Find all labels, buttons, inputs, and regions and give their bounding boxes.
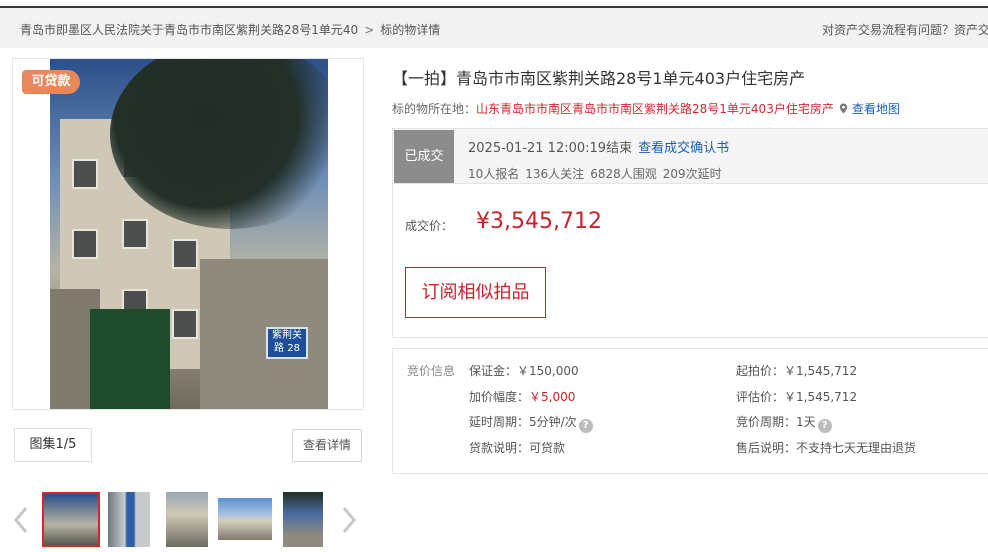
thumbnail-5[interactable]	[283, 492, 323, 547]
thumbnail-4[interactable]	[218, 498, 272, 540]
delay-cycle: 延时周期：5分钟/次?	[469, 413, 593, 433]
breadcrumb-separator: >	[364, 23, 375, 37]
increment: 加价幅度：￥5,000	[469, 388, 575, 405]
view-map-link[interactable]: 查看地图	[852, 102, 900, 116]
help-link[interactable]: 对资产交易流程有问题？资产交	[822, 21, 988, 38]
view-detail-button[interactable]: 查看详情	[292, 429, 362, 462]
deal-price: ¥3,545,712	[476, 209, 602, 234]
breadcrumb-court-link[interactable]: 青岛市即墨区人民法院关于青岛市市南区紫荆关路28号1单元40	[20, 23, 358, 37]
viewers-count: 6828人围观	[590, 167, 657, 181]
breadcrumb-bar: 青岛市即墨区人民法院关于青岛市市南区紫荆关路28号1单元40 > 标的物详情 对资产…	[0, 8, 988, 48]
chevron-right-icon[interactable]	[338, 500, 360, 540]
photo-gate	[90, 309, 170, 409]
loan-badge: 可贷款	[22, 70, 80, 94]
location-address: 山东青岛市市南区青岛市市南区紫荆关路28号1单元403户住宅房产	[476, 102, 834, 116]
bidding-info-panel: 竞价信息 保证金：￥150,000 加价幅度：￥5,000 延时周期：5分钟/次…	[392, 348, 988, 474]
followers-count: 136人关注	[525, 167, 585, 181]
status-badge: 已成交	[394, 130, 454, 183]
chevron-left-icon[interactable]	[10, 500, 32, 540]
delay-cycle-text: 延时周期：5分钟/次	[469, 415, 577, 429]
help-icon[interactable]: ?	[817, 419, 832, 433]
bidding-info-label: 竞价信息	[407, 364, 456, 378]
start-price: 起拍价：￥1,545,712	[736, 364, 858, 378]
increment-value: ￥5,000	[529, 390, 576, 404]
subscribe-similar-button[interactable]: 订阅相似拍品	[405, 267, 546, 318]
increment-label: 加价幅度：	[469, 390, 530, 404]
breadcrumb: 青岛市即墨区人民法院关于青岛市市南区紫荆关路28号1单元40 > 标的物详情	[20, 21, 440, 38]
help-icon[interactable]: ?	[578, 419, 593, 433]
location-label: 标的物所在地：	[392, 102, 477, 116]
photo-wall	[200, 259, 328, 409]
photo-street-plate: 紫荆关路 28	[266, 327, 308, 359]
delays-count: 209次延时	[662, 167, 722, 181]
auction-stats: 10人报名 136人关注 6828人围观 209次延时	[468, 165, 728, 182]
end-time: 2025-01-21 12:00:19结束 查看成交确认书	[468, 137, 729, 156]
breadcrumb-current: 标的物详情	[380, 23, 441, 37]
thumbnail-3[interactable]	[166, 492, 208, 547]
status-header: 已成交 2025-01-21 12:00:19结束 查看成交确认书 10人报名 13…	[393, 129, 988, 184]
item-location: 标的物所在地：山东青岛市市南区青岛市市南区紫荆关路28号1单元403户住宅房产 查…	[392, 100, 900, 117]
confirm-certificate-link[interactable]: 查看成交确认书	[638, 141, 729, 156]
property-photo[interactable]: 紫荆关路 28	[50, 59, 328, 409]
thumbnail-2[interactable]	[108, 492, 150, 547]
bid-cycle: 竞价周期：1天?	[736, 413, 832, 433]
deal-price-label: 成交价：	[405, 219, 454, 233]
item-title: 【一拍】青岛市市南区紫荆关路28号1单元403户住宅房产	[392, 69, 806, 88]
main-image-frame[interactable]: 紫荆关路 28	[12, 58, 364, 410]
registrations-count: 10人报名	[468, 167, 520, 181]
auction-status-panel: 已成交 2025-01-21 12:00:19结束 查看成交确认书 10人报名 13…	[392, 128, 988, 338]
map-pin-icon	[839, 103, 847, 114]
end-time-text: 2025-01-21 12:00:19结束	[468, 141, 633, 156]
appraisal-price: 评估价：￥1,545,712	[736, 390, 858, 404]
thumbnail-1[interactable]	[42, 492, 100, 547]
loan-note: 贷款说明：可贷款	[469, 441, 566, 455]
gallery-button[interactable]: 图集1/5	[14, 428, 92, 462]
after-sale-note: 售后说明：不支持七天无理由退货	[736, 441, 917, 455]
deposit: 保证金：￥150,000	[469, 364, 579, 378]
bid-cycle-text: 竞价周期：1天	[736, 415, 816, 429]
